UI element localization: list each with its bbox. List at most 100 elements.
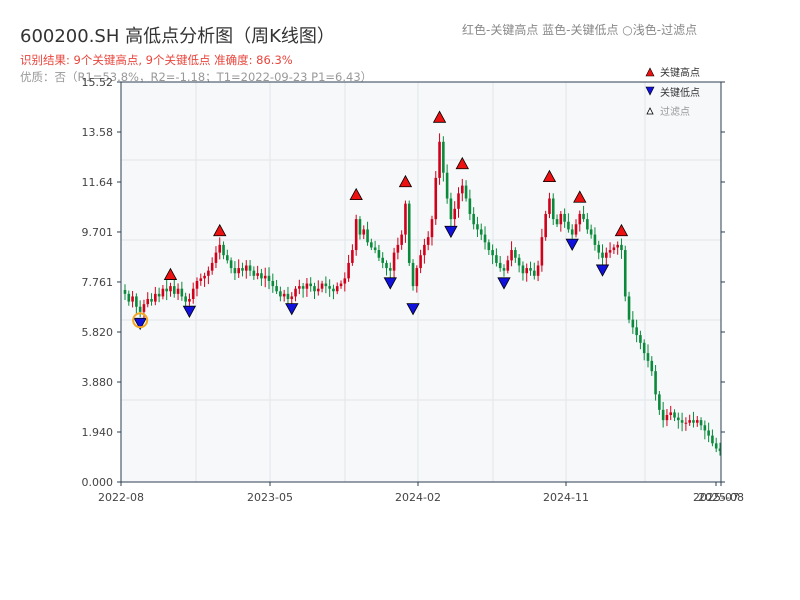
candle-body xyxy=(222,244,225,256)
candle-body xyxy=(176,288,180,294)
candle-body xyxy=(460,185,464,194)
candle-body xyxy=(411,262,415,287)
candle-body xyxy=(150,299,153,302)
candle-body xyxy=(639,335,642,343)
y-tick-label: 11.64 xyxy=(82,176,114,189)
candle-body xyxy=(631,319,635,328)
candle-body xyxy=(442,141,445,173)
candle-body xyxy=(260,273,263,279)
high-marker-legend-icon xyxy=(645,67,655,77)
candle-body xyxy=(286,293,290,300)
candle-body xyxy=(449,198,453,220)
candle-body xyxy=(154,293,157,302)
candle-body xyxy=(233,268,237,274)
candle-body xyxy=(661,409,665,421)
candle-body xyxy=(684,422,688,424)
candle-body xyxy=(366,229,369,243)
candle-body xyxy=(320,283,324,289)
candle-body xyxy=(623,250,627,297)
candle-body xyxy=(498,262,502,269)
candle-body xyxy=(290,296,294,300)
candle-body xyxy=(131,296,134,302)
candle-body xyxy=(188,299,191,302)
candle-body xyxy=(351,250,354,263)
candle-body xyxy=(298,286,301,289)
candle-body xyxy=(385,262,388,269)
candle-body xyxy=(226,255,229,261)
candle-body xyxy=(165,288,168,292)
y-tick-label: 0.000 xyxy=(82,476,114,489)
candle-body xyxy=(400,234,403,245)
candle-body xyxy=(434,177,438,220)
legend-filtered: 过滤点 xyxy=(660,105,690,118)
candle-body xyxy=(313,286,316,292)
candle-body xyxy=(688,420,691,423)
candle-body xyxy=(207,270,210,276)
candle-body xyxy=(332,288,335,292)
candle-body xyxy=(597,244,601,253)
candle-body xyxy=(241,268,244,271)
y-tick-label: 7.761 xyxy=(82,276,114,289)
candle-body xyxy=(335,286,339,292)
candle-body xyxy=(343,278,347,284)
candle-body xyxy=(472,213,475,225)
candle-body xyxy=(339,283,343,287)
candle-body xyxy=(699,420,703,426)
candle-body xyxy=(324,283,328,287)
candle-body xyxy=(135,296,138,307)
y-tick-label: 9.701 xyxy=(82,226,114,239)
candle-body xyxy=(426,237,430,245)
candle-body xyxy=(169,286,172,292)
candle-body xyxy=(551,198,555,220)
candle-body xyxy=(510,250,513,261)
candle-body xyxy=(559,213,563,225)
candle-body xyxy=(574,224,578,235)
candle-body xyxy=(521,265,525,274)
candlestick-chart: 0.000 1.940 3.880 5.820 7.761 9.701 11.64 13.58… xyxy=(82,66,744,504)
candle-body xyxy=(191,288,195,300)
y-tick-label: 1.940 xyxy=(82,426,114,439)
candle-body xyxy=(457,193,460,209)
candle-body xyxy=(703,425,707,431)
candle-body xyxy=(695,420,699,423)
candle-body xyxy=(514,250,517,258)
candle-body xyxy=(669,412,673,415)
candle-body xyxy=(495,255,498,263)
candle-body xyxy=(362,229,366,235)
candle-body xyxy=(491,250,494,256)
y-tick-label: 5.820 xyxy=(82,326,114,339)
candle-body xyxy=(445,172,449,199)
legend-low: 关键低点 xyxy=(660,86,700,99)
candle-body xyxy=(347,262,350,279)
candle-body xyxy=(267,275,271,281)
candle-body xyxy=(301,286,305,289)
candle-body xyxy=(692,420,695,423)
candle-body xyxy=(468,198,472,214)
candle-body xyxy=(483,234,487,243)
candle-body xyxy=(199,278,203,281)
candle-body xyxy=(548,198,551,214)
candle-body xyxy=(309,283,313,287)
candle-body xyxy=(616,244,619,248)
candle-body xyxy=(373,247,377,251)
candle-body xyxy=(563,213,566,222)
candle-body xyxy=(673,412,676,418)
candle-body xyxy=(605,252,608,258)
candle-body xyxy=(567,221,570,230)
candle-body xyxy=(127,293,131,302)
candle-body xyxy=(229,260,233,269)
candle-body xyxy=(214,252,218,263)
candle-body xyxy=(161,288,165,297)
candle-body xyxy=(195,280,199,289)
candle-body xyxy=(407,203,411,263)
x-tick-label: 2025-08 xyxy=(698,491,744,504)
candle-body xyxy=(275,286,278,292)
candle-body xyxy=(316,288,320,292)
candle-body xyxy=(256,273,259,276)
candle-body xyxy=(642,342,646,354)
candle-body xyxy=(555,219,559,225)
candle-body xyxy=(210,262,214,271)
legend-high: 关键高点 xyxy=(660,66,700,79)
candle-body xyxy=(586,219,589,230)
candle-body xyxy=(305,283,309,289)
